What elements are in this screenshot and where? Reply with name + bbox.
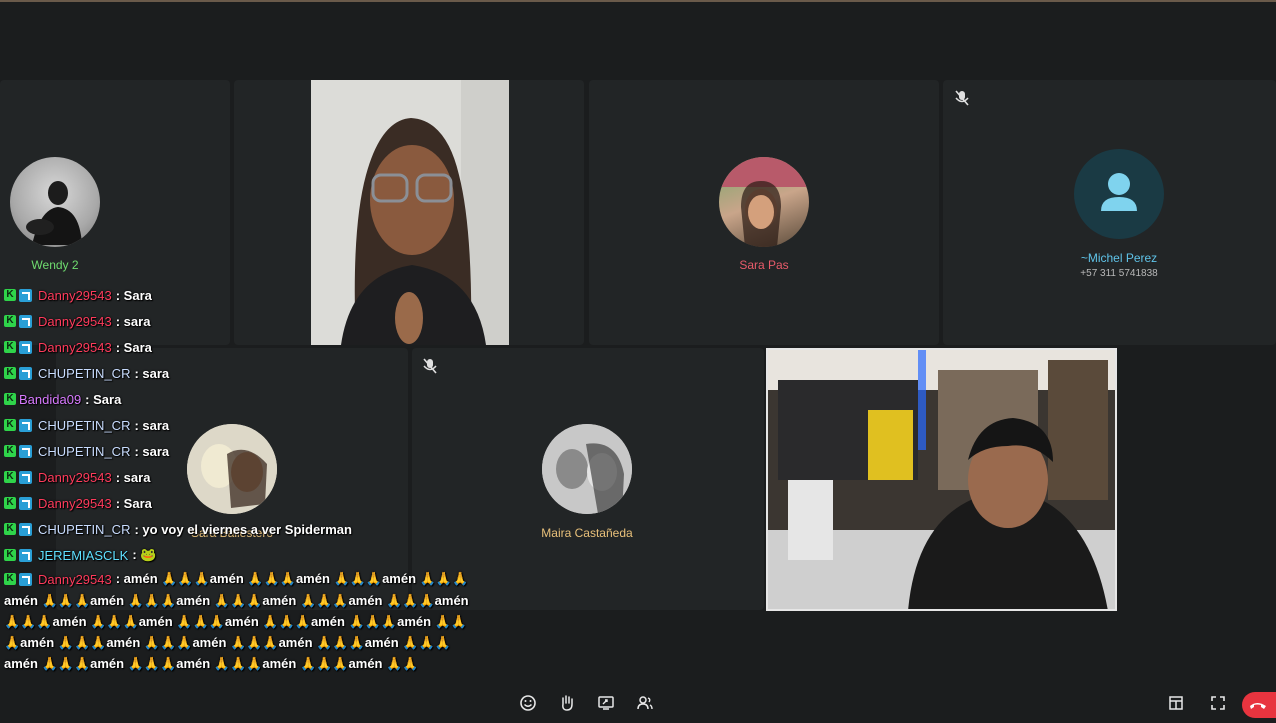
kick-badge-icon: K [4,497,16,509]
chat-username[interactable]: Danny29543 [38,314,112,329]
kick-badge-icon: K [4,445,16,457]
default-user-icon [1101,173,1137,211]
subscriber-badge-icon [19,470,32,484]
subscriber-badge-icon [19,288,32,302]
chat-username[interactable]: Danny29543 [38,470,112,485]
chat-username[interactable]: Danny29543 [38,572,112,587]
chat-username[interactable]: CHUPETIN_CR [38,444,130,459]
chat-text: 🙏amén 🙏🙏🙏amén 🙏🙏🙏amén 🙏🙏🙏amén 🙏🙏🙏amén 🙏🙏… [4,635,451,650]
end-call-icon [1250,703,1266,709]
participants-icon[interactable] [634,694,656,716]
call-toolbar [0,690,1276,720]
chat-username[interactable]: JEREMIASCLK [38,548,128,563]
chat-message: K Bandida09 : Sara [4,386,544,412]
kick-badge-icon: K [4,573,16,585]
emoji-icon[interactable] [517,694,539,716]
chat-username[interactable]: Danny29543 [38,340,112,355]
chat-message-continuation: 🙏🙏🙏amén 🙏🙏🙏amén 🙏🙏🙏amén 🙏🙏🙏amén 🙏🙏🙏amén … [4,611,524,632]
end-call-button[interactable] [1242,692,1276,718]
subscriber-badge-icon [19,340,32,354]
kick-badge-icon: K [4,367,16,379]
kick-badge-icon: K [4,315,16,327]
share-screen-icon[interactable] [595,694,617,716]
chat-message: K JEREMIASCLK : 🐸 [4,542,544,568]
subscriber-badge-icon [19,522,32,536]
chat-message: K Danny29543: amén 🙏🙏🙏amén 🙏🙏🙏amén 🙏🙏🙏amé… [4,568,544,590]
chat-text: : yo voy el viernes a ver Spiderman [134,521,352,537]
participant-name-michel: ~Michel Perez [1080,251,1158,265]
participant-name-sara-pas: Sara Pas [739,258,789,272]
chat-username[interactable]: Danny29543 [38,288,112,303]
avatar-michel [1074,149,1164,239]
chat-text: : amén 🙏🙏🙏amén 🙏🙏🙏amén 🙏🙏🙏amén 🙏🙏🙏 [115,571,469,586]
chat-message: K Danny29543: Sara [4,282,544,308]
chat-text: : Sara [115,339,152,355]
subscriber-badge-icon [19,548,32,562]
chat-message: K Danny29543: Sara [4,334,544,360]
self-view-video[interactable] [766,348,1117,611]
chat-message: K CHUPETIN_CR : sara [4,412,544,438]
chat-message-continuation: 🙏amén 🙏🙏🙏amén 🙏🙏🙏amén 🙏🙏🙏amén 🙏🙏🙏amén 🙏🙏… [4,632,524,653]
chat-message-continuation: amén 🙏🙏🙏amén 🙏🙏🙏amén 🙏🙏🙏amén 🙏🙏🙏amén 🙏🙏 [4,653,524,674]
chat-text: amén 🙏🙏🙏amén 🙏🙏🙏amén 🙏🙏🙏amén 🙏🙏🙏amén 🙏🙏 [4,656,419,671]
chat-text: : sara [134,443,170,459]
avatar-wendy [10,157,100,247]
subscriber-badge-icon [19,496,32,510]
raise-hand-icon[interactable] [556,694,578,716]
fullscreen-icon[interactable] [1207,694,1229,716]
chat-text: : Sara [115,495,152,511]
chat-overlay: K Danny29543: Sara K Danny29543: sara K Danny… [4,282,544,674]
kick-badge-icon: K [4,549,16,561]
chat-username[interactable]: Bandida09 [19,392,81,407]
avatar-maira [542,424,632,514]
chat-message: K Danny29543: sara [4,464,544,490]
chat-text: : sara [115,313,151,329]
chat-text: : sara [115,469,151,485]
chat-message: K Danny29543: Sara [4,490,544,516]
chat-text: amén 🙏🙏🙏amén 🙏🙏🙏amén 🙏🙏🙏amén 🙏🙏🙏amén 🙏🙏🙏… [4,593,469,608]
kick-badge-icon: K [4,393,16,405]
subscriber-badge-icon [19,572,32,586]
profile-photo [719,157,809,247]
chat-message: K Danny29543: sara [4,308,544,334]
chat-text: : Sara [85,391,122,407]
muted-mic-icon [953,89,971,107]
chat-message: K CHUPETIN_CR : sara [4,438,544,464]
subscriber-badge-icon [19,444,32,458]
kick-badge-icon: K [4,523,16,535]
layout-icon[interactable] [1165,694,1187,716]
chat-text: : Sara [115,287,152,303]
chat-username[interactable]: CHUPETIN_CR [38,418,130,433]
chat-username[interactable]: CHUPETIN_CR [38,366,130,381]
chat-text: : sara [134,365,170,381]
kick-badge-icon: K [4,341,16,353]
chat-text: 🙏🙏🙏amén 🙏🙏🙏amén 🙏🙏🙏amén 🙏🙏🙏amén 🙏🙏🙏amén … [4,614,468,629]
kick-badge-icon: K [4,419,16,431]
subscriber-badge-icon [19,366,32,380]
avatar-sara-pas [719,157,809,247]
kick-badge-icon: K [4,289,16,301]
chat-message: K CHUPETIN_CR : sara [4,360,544,386]
kick-badge-icon: K [4,471,16,483]
chat-message: K CHUPETIN_CR : yo voy el viernes a ver Sp… [4,516,544,542]
self-view-frame [768,350,1115,609]
chat-username[interactable]: Danny29543 [38,496,112,511]
chat-message-continuation: amén 🙏🙏🙏amén 🙏🙏🙏amén 🙏🙏🙏amén 🙏🙏🙏amén 🙏🙏🙏… [4,590,524,611]
chat-username[interactable]: CHUPETIN_CR [38,522,130,537]
subscriber-badge-icon [19,418,32,432]
person-silhouette-icon [26,181,82,245]
chat-text: : sara [134,417,170,433]
profile-photo [542,424,632,514]
subscriber-badge-icon [19,314,32,328]
chat-text: : 🐸 [132,547,157,562]
participant-phone-michel: +57 311 5741838 [1080,268,1158,279]
participant-name-wendy: Wendy 2 [31,258,79,272]
